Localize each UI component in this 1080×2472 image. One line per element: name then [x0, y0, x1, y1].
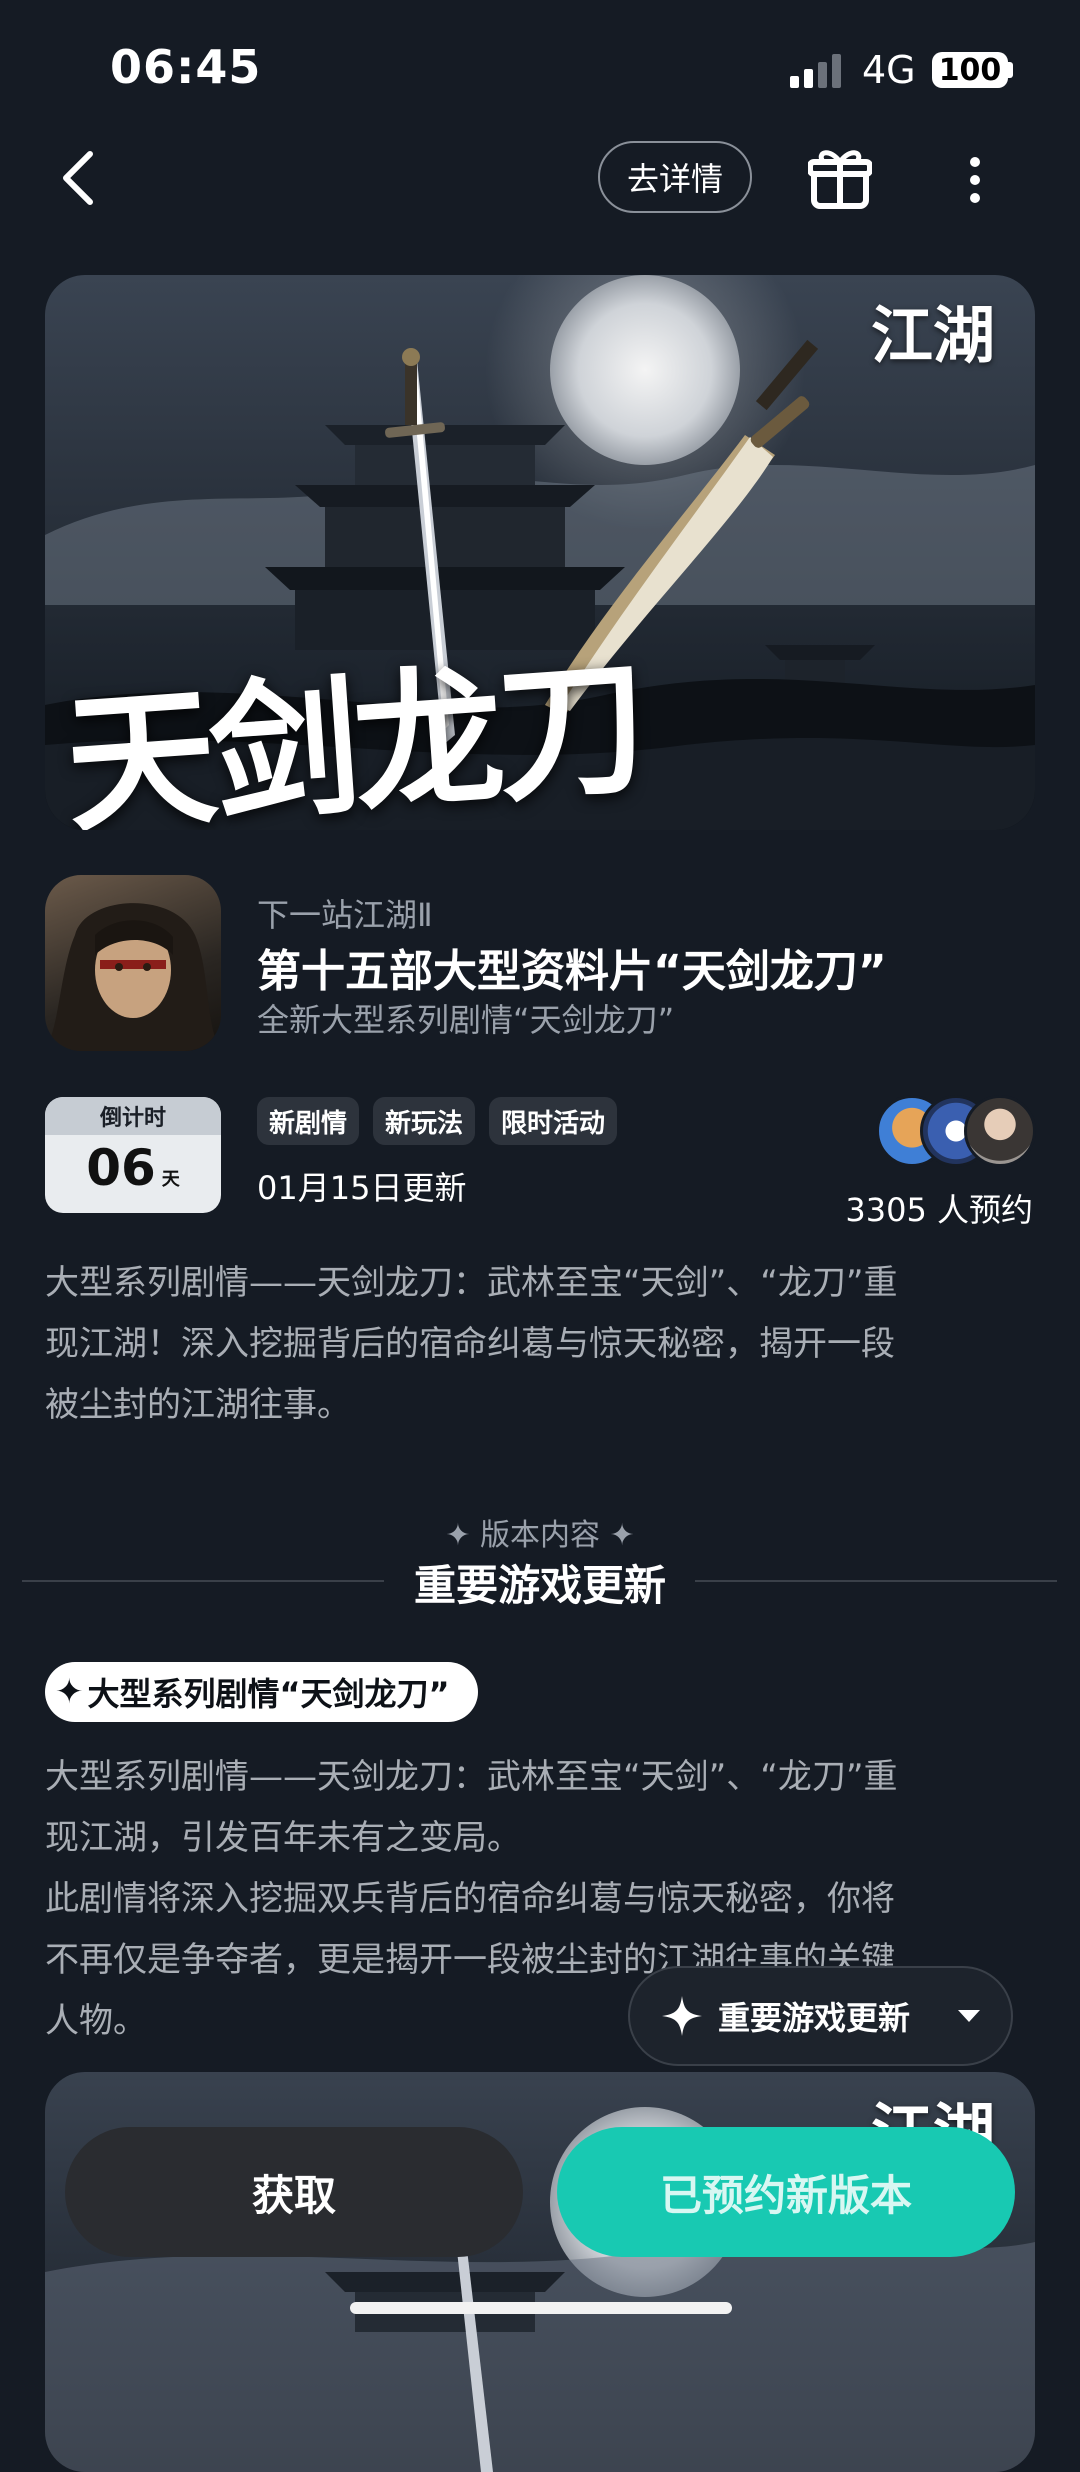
back-arrow-icon[interactable] [56, 148, 100, 208]
countdown-label: 倒计时 [45, 1097, 221, 1135]
feature-paragraph-line: 现江湖，引发百年未有之变局。 [45, 1818, 521, 1858]
get-button[interactable]: 获取 [65, 2127, 523, 2257]
sparkle-icon: ✦ [600, 1518, 635, 1553]
section-title: 重要游戏更新 [413, 1561, 666, 1610]
go-detail-button[interactable]: 去详情 [598, 141, 752, 213]
section-kicker: ✦ 版本内容 ✦ [0, 1510, 1080, 1554]
countdown-unit: 天 [161, 1169, 180, 1190]
chevron-down-icon [958, 2010, 981, 2022]
reserved-button[interactable]: 已预约新版本 [557, 2127, 1015, 2257]
description-line: 现江湖！深入挖掘背后的宿命纠葛与惊天秘密，揭开一段 [45, 1324, 895, 1364]
update-date: 01月15日更新 [257, 1169, 467, 1207]
countdown-badge: 倒计时 06 天 [45, 1097, 221, 1213]
section-jump-label: 重要游戏更新 [718, 1999, 911, 2037]
sparkle-icon: ✦ [445, 1518, 480, 1553]
character-portrait-icon [45, 903, 221, 1051]
sparkle-icon: ✦ [55, 1672, 84, 1712]
section-kicker-text: 版本内容 [480, 1518, 600, 1553]
avatar [964, 1095, 1036, 1167]
hero-banner[interactable]: 天剑龙刀 江湖 [45, 275, 1035, 830]
countdown-value: 06 [86, 1139, 156, 1197]
section-jump-selector[interactable]: 重要游戏更新 [628, 1966, 1013, 2066]
battery-tip [1008, 62, 1013, 78]
app-name: 下一站江湖Ⅱ [257, 896, 433, 934]
home-indicator[interactable] [350, 2302, 732, 2314]
app-icon[interactable] [45, 875, 221, 1051]
banner-title-art: 天剑龙刀 [60, 638, 648, 830]
description-line: 大型系列剧情——天剑龙刀：武林至宝“天剑”、“龙刀”重 [45, 1263, 898, 1303]
status-time: 06:45 [110, 40, 262, 94]
game-logo: 江湖 [870, 299, 995, 372]
reservation-count: 3305 人预约 [845, 1191, 1033, 1229]
sparkle-icon [662, 1996, 702, 2036]
signal-icon [790, 54, 841, 88]
update-headline: 第十五部大型资料片“天剑龙刀” [257, 946, 887, 997]
gift-icon[interactable] [808, 146, 872, 210]
battery-icon: 100 [932, 52, 1008, 88]
update-subtitle: 全新大型系列剧情“天剑龙刀” [257, 1001, 675, 1039]
tag-new-gameplay: 新玩法 [373, 1097, 476, 1145]
tag-limited-event: 限时活动 [489, 1097, 618, 1145]
description-line: 被尘封的江湖往事。 [45, 1385, 351, 1425]
feature-paragraph-line: 大型系列剧情——天剑龙刀：武林至宝“天剑”、“龙刀”重 [45, 1757, 898, 1797]
more-options-icon[interactable] [960, 150, 990, 210]
feature-paragraph-line: 此剧情将深入挖掘双兵背后的宿命纠葛与惊天秘密，你将 [45, 1879, 895, 1919]
feature-pill: ✦ 大型系列剧情“天剑龙刀” [45, 1662, 478, 1722]
network-type: 4G [862, 48, 916, 92]
feature-pill-label: 大型系列剧情“天剑龙刀” [87, 1675, 450, 1713]
tag-new-story: 新剧情 [257, 1097, 360, 1145]
